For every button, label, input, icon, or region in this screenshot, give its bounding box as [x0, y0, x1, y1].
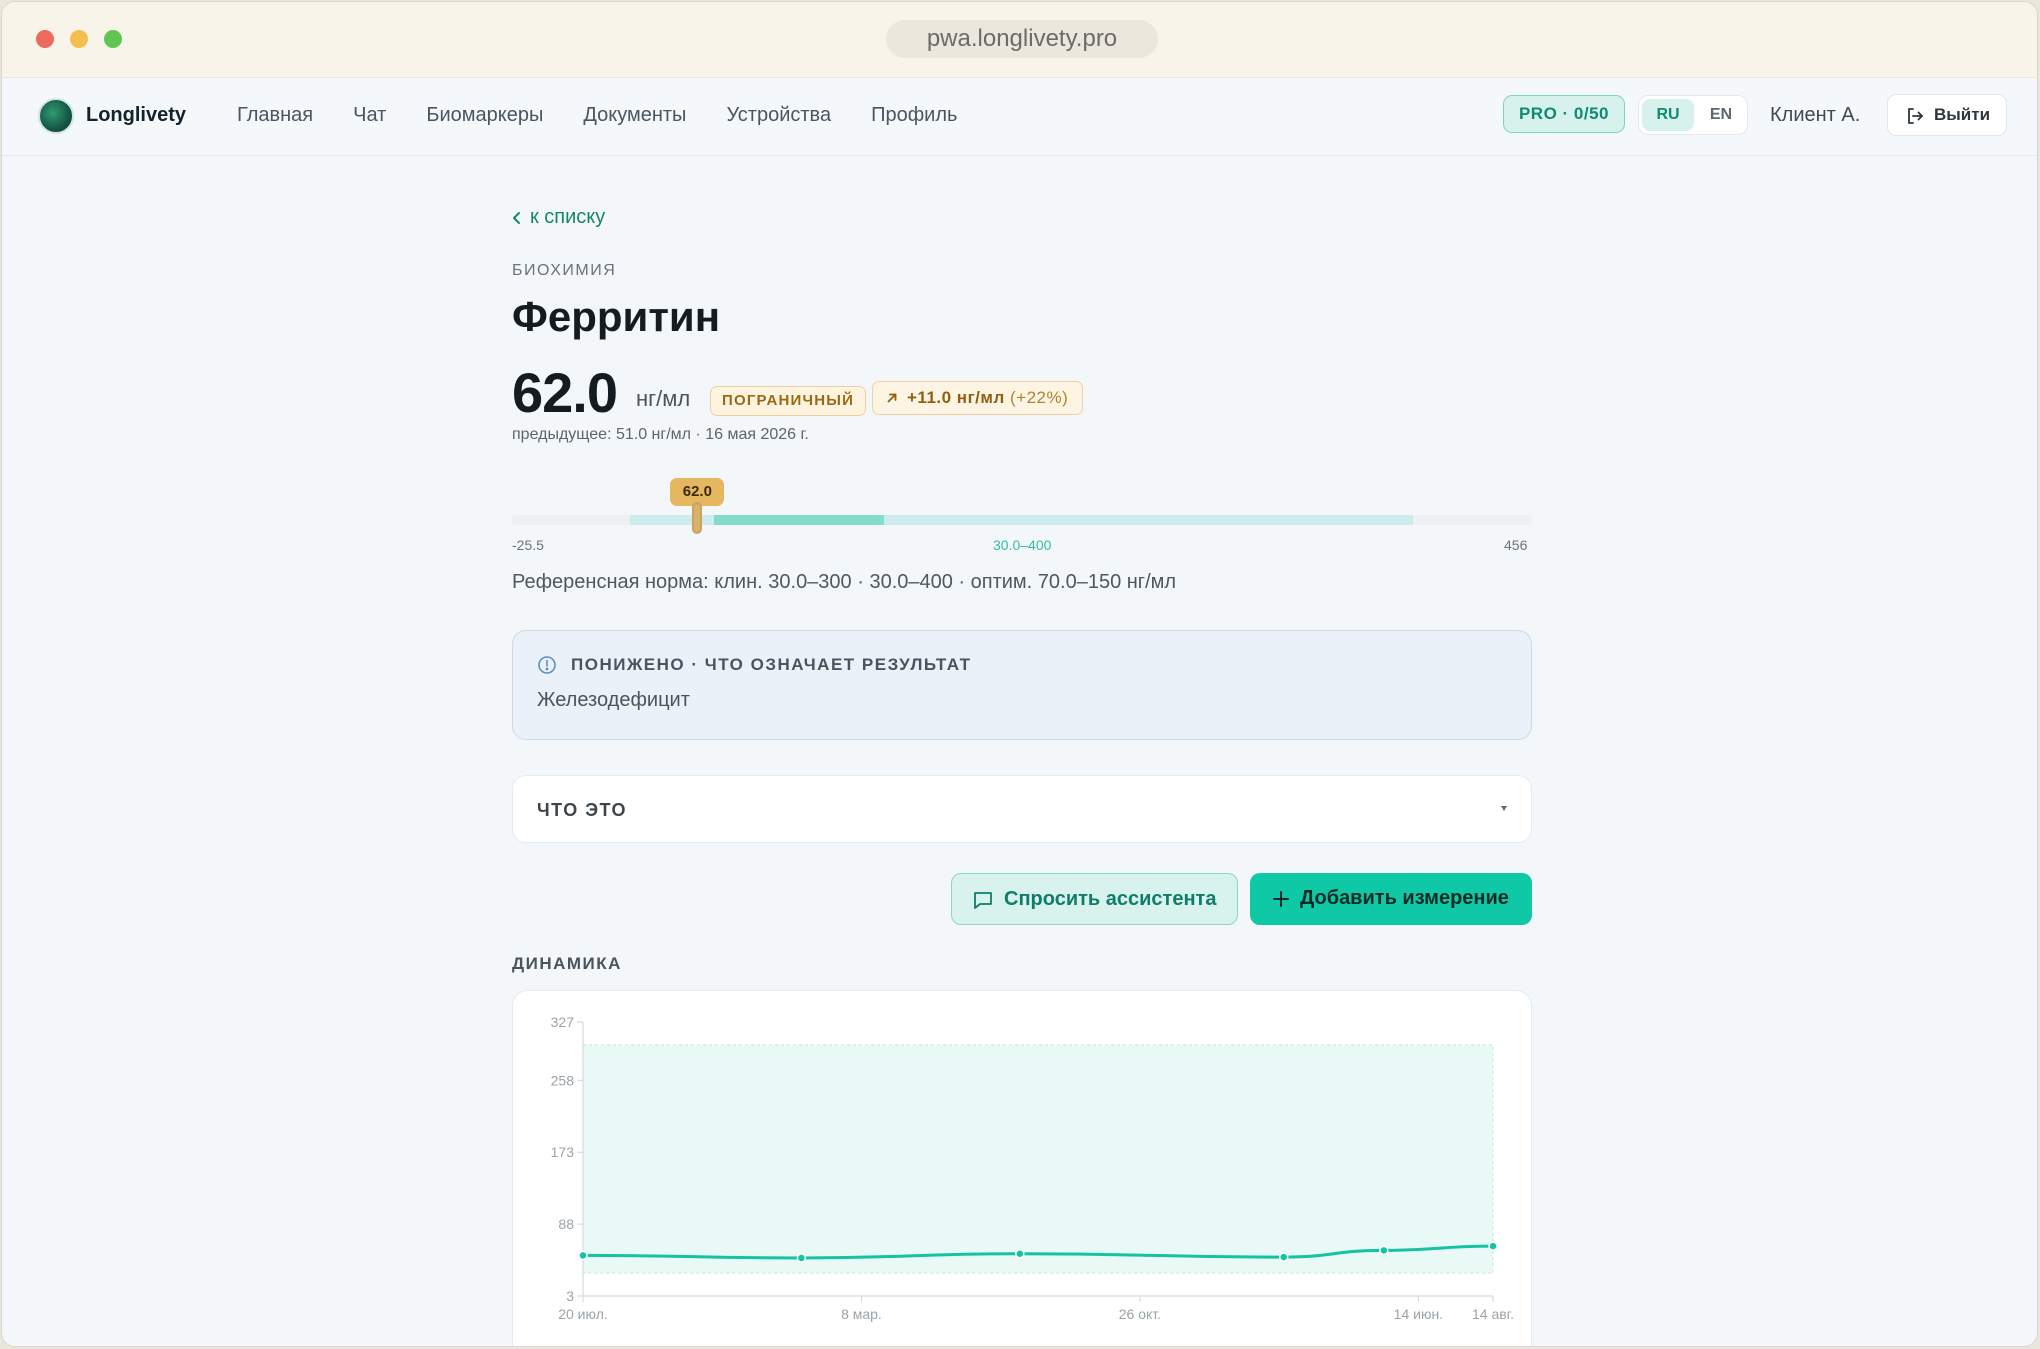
delta-value: +11.0 нг/мл [907, 388, 1005, 407]
delta-badge: +11.0 нг/мл (+22%) [872, 381, 1084, 415]
nav-link-biomarkers[interactable]: Биомаркеры [426, 104, 543, 127]
delta-percent: (+22%) [1009, 388, 1069, 407]
dynamics-chart: 3 88 173 258 327 20 июл. 8 мар. 26 окт. 14 июн. 1… [551, 1014, 1514, 1322]
nav-link-home[interactable]: Главная [237, 104, 313, 127]
biomarker-title: Ферритин [512, 293, 721, 340]
info-circle-icon [538, 656, 556, 674]
x-tick-label: 20 июл. [558, 1306, 608, 1322]
back-to-list-link[interactable]: к списку [512, 206, 605, 229]
alert-text: Железодефицит [537, 689, 690, 711]
data-point [1379, 1245, 1389, 1256]
data-point [1278, 1252, 1289, 1262]
data-point [1488, 1241, 1498, 1251]
x-tick-label: 14 июн. [1394, 1306, 1443, 1322]
lang-en-button[interactable]: EN [1697, 99, 1745, 131]
language-switch: RU EN [1638, 95, 1748, 135]
close-window-button[interactable] [36, 30, 54, 48]
range-norm-label: 30.0–400 [993, 537, 1052, 553]
pro-badge[interactable]: PRO · 0/50 [1503, 95, 1625, 133]
browser-window: pwa.longlivety.pro Longlivety Главная Ча… [1, 1, 2038, 1347]
chevron-left-icon [513, 212, 520, 224]
reference-band [582, 1044, 1494, 1274]
brand-logo-icon[interactable] [38, 98, 74, 134]
reference-norm-text: Референсная норма: клин. 30.0–300 · 30.0… [512, 571, 1177, 593]
title-bar: pwa.longlivety.pro [2, 2, 2037, 78]
back-label: к списку [530, 206, 606, 228]
client-name[interactable]: Клиент А. [1770, 104, 1860, 127]
chat-bubble-icon [974, 892, 992, 909]
lang-ru-button[interactable]: RU [1642, 99, 1694, 131]
y-tick-label: 327 [551, 1014, 575, 1030]
maximize-window-button[interactable] [104, 30, 122, 48]
data-point [796, 1253, 807, 1263]
add-measurement-button[interactable]: Добавить измерение [1250, 873, 1532, 925]
ask-assistant-label: Спросить ассистента [1004, 888, 1217, 910]
x-tick-label: 8 мар. [841, 1306, 882, 1322]
y-tick-label: 173 [551, 1144, 575, 1160]
status-badge: ПОГРАНИЧНЫЙ [710, 386, 867, 416]
top-navigation: Longlivety Главная Чат Биомаркеры Докуме… [2, 78, 2037, 156]
nav-link-devices[interactable]: Устройства [726, 104, 831, 127]
biomarker-unit: нг/мл [636, 386, 691, 411]
ask-assistant-button[interactable]: Спросить ассистента [951, 873, 1238, 925]
nav-link-profile[interactable]: Профиль [871, 104, 957, 127]
data-point [1015, 1248, 1025, 1259]
what-is-it-accordion[interactable]: ЧТО ЭТО [512, 775, 1532, 843]
brand-name[interactable]: Longlivety [86, 104, 186, 127]
biomarker-category: БИОХИМИЯ [512, 262, 617, 279]
x-tick-label: 26 окт. [1119, 1306, 1161, 1322]
y-tick-label: 258 [551, 1072, 575, 1088]
interpretation-alert: ПОНИЖЕНО · ЧТО ОЗНАЧАЕТ РЕЗУЛЬТАТ Железо… [512, 630, 1532, 740]
alert-title: ПОНИЖЕНО · ЧТО ОЗНАЧАЕТ РЕЗУЛЬТАТ [571, 655, 972, 674]
url-bar[interactable]: pwa.longlivety.pro [886, 20, 1158, 58]
nav-links: Главная Чат Биомаркеры Документы Устройс… [237, 104, 957, 127]
range-optimal-zone [714, 515, 884, 525]
accordion-title: ЧТО ЭТО [537, 800, 628, 820]
range-marker [692, 502, 703, 534]
logout-button[interactable]: Выйти [1887, 94, 2007, 136]
logout-label: Выйти [1934, 105, 1991, 124]
range-max-label: 456 [1504, 537, 1528, 553]
caret-down-icon [1501, 806, 1507, 811]
nav-link-chat[interactable]: Чат [353, 104, 386, 127]
data-point [578, 1250, 588, 1261]
nav-link-documents[interactable]: Документы [583, 104, 686, 127]
biomarker-value: 62.0 [512, 361, 618, 424]
add-measurement-label: Добавить измерение [1300, 887, 1509, 909]
dynamics-chart-card: 3 88 173 258 327 20 июл. 8 мар. 26 окт. 14 июн. 1… [512, 990, 1532, 1346]
logout-icon [1908, 108, 1923, 124]
plus-icon [1273, 891, 1289, 907]
previous-value: предыдущее: 51.0 нг/мл · 16 мая 2026 г. [512, 426, 809, 443]
minimize-window-button[interactable] [70, 30, 88, 48]
arrow-up-right-icon [887, 393, 897, 403]
dynamics-title: ДИНАМИКА [512, 954, 622, 973]
x-tick-label: 14 авг. [1472, 1306, 1514, 1322]
y-tick-label: 3 [566, 1288, 574, 1304]
range-min-label: -25.5 [512, 537, 544, 553]
y-tick-label: 88 [558, 1216, 574, 1232]
